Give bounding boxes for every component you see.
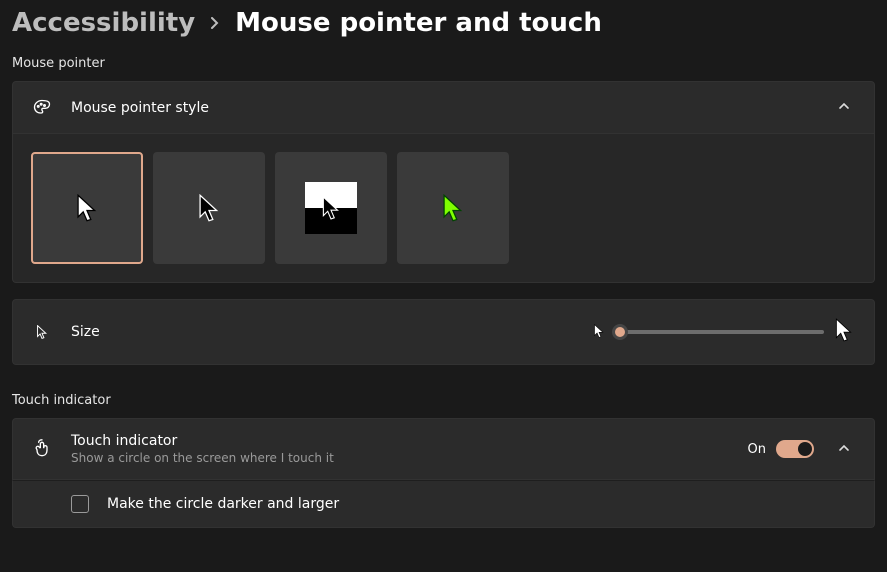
pointer-style-header[interactable]: Mouse pointer style bbox=[12, 81, 875, 134]
size-max-icon bbox=[832, 318, 856, 346]
pointer-style-title: Mouse pointer style bbox=[71, 100, 814, 116]
breadcrumb-parent[interactable]: Accessibility bbox=[12, 8, 195, 38]
cursor-icon bbox=[31, 325, 53, 339]
chevron-right-icon bbox=[209, 13, 221, 34]
pointer-style-custom[interactable] bbox=[397, 152, 509, 264]
touch-icon bbox=[31, 439, 53, 459]
pointer-style-options bbox=[12, 134, 875, 283]
pointer-size-label: Size bbox=[71, 324, 574, 340]
palette-icon bbox=[31, 98, 53, 118]
touch-indicator-title: Touch indicator bbox=[71, 433, 730, 449]
pointer-size-row: Size bbox=[12, 299, 875, 365]
pointer-style-inverted[interactable] bbox=[275, 152, 387, 264]
size-min-icon bbox=[592, 323, 606, 342]
chevron-up-icon[interactable] bbox=[832, 96, 856, 119]
darker-larger-label: Make the circle darker and larger bbox=[107, 496, 856, 512]
darker-larger-checkbox[interactable] bbox=[71, 495, 89, 513]
pointer-style-black[interactable] bbox=[153, 152, 265, 264]
section-label-mouse-pointer: Mouse pointer bbox=[12, 56, 875, 71]
pointer-size-slider[interactable] bbox=[614, 330, 824, 334]
touch-indicator-row[interactable]: Touch indicator Show a circle on the scr… bbox=[12, 418, 875, 480]
slider-thumb[interactable] bbox=[612, 324, 628, 340]
breadcrumb-current: Mouse pointer and touch bbox=[235, 8, 602, 38]
section-label-touch-indicator: Touch indicator bbox=[12, 393, 875, 408]
touch-toggle-state: On bbox=[748, 442, 766, 457]
pointer-style-white[interactable] bbox=[31, 152, 143, 264]
breadcrumb: Accessibility Mouse pointer and touch bbox=[12, 8, 875, 38]
touch-toggle[interactable] bbox=[776, 440, 814, 458]
touch-indicator-subtitle: Show a circle on the screen where I touc… bbox=[71, 451, 730, 465]
touch-darker-row[interactable]: Make the circle darker and larger bbox=[12, 480, 875, 528]
chevron-up-icon[interactable] bbox=[832, 438, 856, 461]
